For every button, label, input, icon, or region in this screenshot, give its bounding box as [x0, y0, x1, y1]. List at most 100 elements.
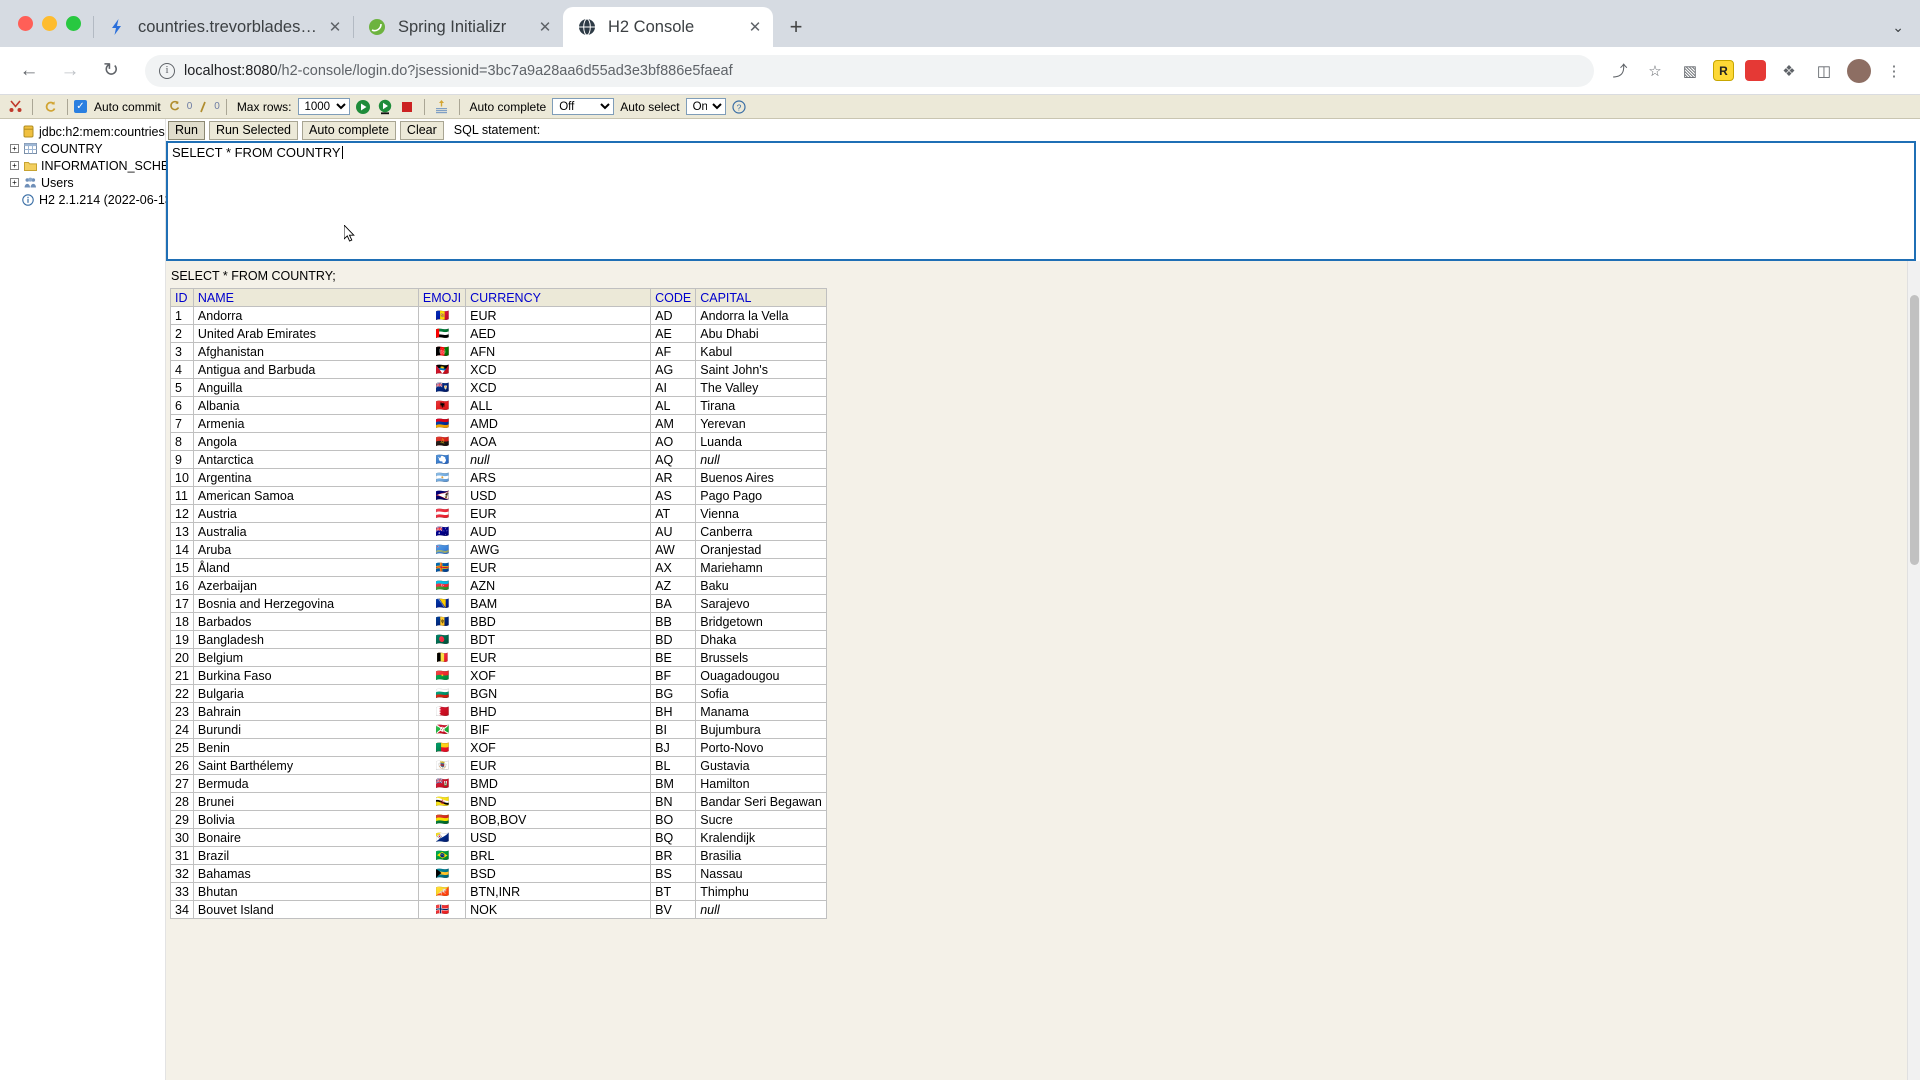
- table-row[interactable]: 26Saint Barthélemy🇧🇱EURBLGustavia: [171, 757, 827, 775]
- table-row[interactable]: 11American Samoa🇦🇸USDASPago Pago: [171, 487, 827, 505]
- share-icon[interactable]: ⤴: [1608, 59, 1632, 83]
- table-row[interactable]: 17Bosnia and Herzegovina🇧🇦BAMBASarajevo: [171, 595, 827, 613]
- column-header-capital[interactable]: CAPITAL: [696, 289, 827, 307]
- table-row[interactable]: 10Argentina🇦🇷ARSARBuenos Aires: [171, 469, 827, 487]
- table-row[interactable]: 27Bermuda🇧🇲BMDBMHamilton: [171, 775, 827, 793]
- tree-item-connection[interactable]: jdbc:h2:mem:countries: [4, 124, 165, 139]
- cell-capital: Brussels: [696, 649, 827, 667]
- browser-tab-countries[interactable]: countries.trevorblades.com ✕: [93, 7, 353, 47]
- auto-commit-checkbox[interactable]: ✓: [74, 100, 87, 113]
- table-row[interactable]: 23Bahrain🇧🇭BHDBHManama: [171, 703, 827, 721]
- profile-avatar[interactable]: [1847, 59, 1871, 83]
- table-row[interactable]: 12Austria🇦🇹EURATVienna: [171, 505, 827, 523]
- close-icon[interactable]: ✕: [325, 17, 345, 37]
- run-button[interactable]: Run: [168, 121, 205, 140]
- url-input[interactable]: i localhost:8080/h2-console/login.do?jse…: [145, 55, 1594, 87]
- table-row[interactable]: 29Bolivia🇧🇴BOB,BOVBOSucre: [171, 811, 827, 829]
- browser-tab-h2-console[interactable]: H2 Console ✕: [563, 7, 773, 47]
- close-icon[interactable]: ✕: [745, 17, 765, 37]
- commit-icon[interactable]: [165, 97, 187, 117]
- sql-editor-textarea[interactable]: SELECT * FROM COUNTRY: [166, 141, 1916, 261]
- tree-item-country-table[interactable]: + COUNTRY: [4, 141, 165, 156]
- column-header-emoji[interactable]: EMOJI: [418, 289, 465, 307]
- table-row[interactable]: 5Anguilla🇦🇮XCDAIThe Valley: [171, 379, 827, 397]
- disconnect-icon[interactable]: [4, 97, 26, 117]
- close-window-button[interactable]: [18, 16, 33, 31]
- puzzle-extensions-icon[interactable]: ❖: [1777, 59, 1801, 83]
- table-row[interactable]: 16Azerbaijan🇦🇿AZNAZBaku: [171, 577, 827, 595]
- clear-button[interactable]: Clear: [400, 121, 444, 140]
- column-header-name[interactable]: NAME: [193, 289, 418, 307]
- cell-name: American Samoa: [193, 487, 418, 505]
- chrome-menu-icon[interactable]: ⋮: [1882, 59, 1906, 83]
- forward-button[interactable]: →: [55, 56, 85, 86]
- tree-item-information-schema[interactable]: + INFORMATION_SCHEMA: [4, 158, 165, 173]
- table-row[interactable]: 2United Arab Emirates🇦🇪AEDAEAbu Dhabi: [171, 325, 827, 343]
- cell-currency: ALL: [466, 397, 651, 415]
- vertical-scrollbar[interactable]: [1907, 261, 1920, 1080]
- site-info-icon[interactable]: i: [159, 63, 175, 79]
- new-tab-button[interactable]: +: [781, 12, 811, 42]
- table-row[interactable]: 28Brunei🇧🇳BNDBNBandar Seri Begawan: [171, 793, 827, 811]
- stop-red-icon[interactable]: [396, 97, 418, 117]
- table-row[interactable]: 33Bhutan🇧🇹BTN,INRBTThimphu: [171, 883, 827, 901]
- expand-icon[interactable]: +: [10, 161, 19, 170]
- maximize-window-button[interactable]: [66, 16, 81, 31]
- sidepanel-icon[interactable]: ◫: [1812, 59, 1836, 83]
- table-row[interactable]: 31Brazil🇧🇷BRLBRBrasilia: [171, 847, 827, 865]
- rollback-icon[interactable]: [192, 97, 214, 117]
- reading-list-icon[interactable]: ▧: [1678, 59, 1702, 83]
- table-row[interactable]: 25Benin🇧🇯XOFBJPorto-Novo: [171, 739, 827, 757]
- scrollbar-thumb[interactable]: [1910, 295, 1919, 565]
- table-row[interactable]: 9Antarctica🇦🇶nullAQnull: [171, 451, 827, 469]
- max-rows-select[interactable]: 1000: [298, 98, 350, 115]
- table-row[interactable]: 1Andorra🇦🇩EURADAndorra la Vella: [171, 307, 827, 325]
- expand-icon[interactable]: +: [10, 178, 19, 187]
- table-row[interactable]: 4Antigua and Barbuda🇦🇬XCDAGSaint John's: [171, 361, 827, 379]
- run-green-icon[interactable]: [352, 97, 374, 117]
- table-row[interactable]: 32Bahamas🇧🇸BSDBSNassau: [171, 865, 827, 883]
- column-header-id[interactable]: ID: [171, 289, 194, 307]
- bookmark-star-icon[interactable]: ☆: [1643, 59, 1667, 83]
- run-selected-button[interactable]: Run Selected: [209, 121, 298, 140]
- table-row[interactable]: 21Burkina Faso🇧🇫XOFBFOuagadougou: [171, 667, 827, 685]
- browser-tab-spring[interactable]: Spring Initializr ✕: [353, 7, 563, 47]
- cell-code: AR: [651, 469, 696, 487]
- cell-emoji: 🇧🇱: [418, 757, 465, 775]
- extension-r-icon[interactable]: R: [1713, 60, 1734, 81]
- table-row[interactable]: 24Burundi🇧🇮BIFBIBujumbura: [171, 721, 827, 739]
- table-row[interactable]: 22Bulgaria🇧🇬BGNBGSofia: [171, 685, 827, 703]
- extension-record-icon[interactable]: [1745, 60, 1766, 81]
- table-row[interactable]: 14Aruba🇦🇼AWGAWOranjestad: [171, 541, 827, 559]
- close-icon[interactable]: ✕: [535, 17, 555, 37]
- table-row[interactable]: 30Bonaire🇧🇶USDBQKralendijk: [171, 829, 827, 847]
- table-row[interactable]: 18Barbados🇧🇧BBDBBBridgetown: [171, 613, 827, 631]
- chevron-down-icon[interactable]: ⌄: [1892, 19, 1904, 36]
- table-row[interactable]: 8Angola🇦🇴AOAAOLuanda: [171, 433, 827, 451]
- table-row[interactable]: 34Bouvet Island🇧🇻NOKBVnull: [171, 901, 827, 919]
- auto-select-select[interactable]: On: [686, 98, 726, 115]
- cell-name: Burkina Faso: [193, 667, 418, 685]
- table-row[interactable]: 20Belgium🇧🇪EURBEBrussels: [171, 649, 827, 667]
- table-row[interactable]: 15Åland🇦🇽EURAXMariehamn: [171, 559, 827, 577]
- cell-emoji: 🇦🇷: [418, 469, 465, 487]
- auto-complete-select[interactable]: Off: [552, 98, 614, 115]
- sql-history-icon[interactable]: [431, 97, 453, 117]
- minimize-window-button[interactable]: [42, 16, 57, 31]
- users-icon: [23, 176, 37, 189]
- run-selected-green-icon[interactable]: [374, 97, 396, 117]
- table-row[interactable]: 7Armenia🇦🇲AMDAMYerevan: [171, 415, 827, 433]
- expand-icon[interactable]: +: [10, 144, 19, 153]
- help-icon[interactable]: ?: [728, 97, 750, 117]
- tree-item-users[interactable]: + Users: [4, 175, 165, 190]
- auto-complete-button[interactable]: Auto complete: [302, 121, 396, 140]
- back-button[interactable]: ←: [14, 56, 44, 86]
- reload-button[interactable]: ↻: [96, 56, 126, 86]
- refresh-tree-icon[interactable]: [39, 97, 61, 117]
- table-row[interactable]: 6Albania🇦🇱ALLALTirana: [171, 397, 827, 415]
- column-header-code[interactable]: CODE: [651, 289, 696, 307]
- column-header-currency[interactable]: CURRENCY: [466, 289, 651, 307]
- table-row[interactable]: 13Australia🇦🇺AUDAUCanberra: [171, 523, 827, 541]
- table-row[interactable]: 3Afghanistan🇦🇫AFNAFKabul: [171, 343, 827, 361]
- table-row[interactable]: 19Bangladesh🇧🇩BDTBDDhaka: [171, 631, 827, 649]
